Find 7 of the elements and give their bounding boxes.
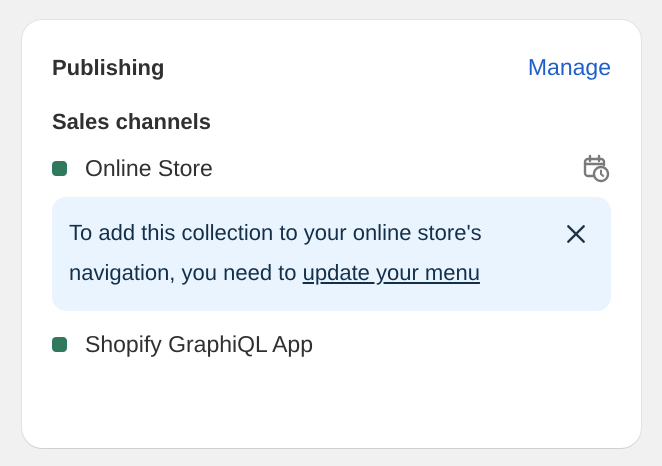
update-menu-link[interactable]: update your menu <box>302 260 480 285</box>
manage-link[interactable]: Manage <box>528 54 611 81</box>
channel-name: Online Store <box>85 154 214 182</box>
banner-message: To add this collection to your online store's navigation, you need to update your menu <box>69 219 483 287</box>
channel-name: Shopify GraphiQL App <box>85 330 314 358</box>
section-title: Sales channels <box>52 109 212 135</box>
card-title: Publishing <box>52 54 164 80</box>
